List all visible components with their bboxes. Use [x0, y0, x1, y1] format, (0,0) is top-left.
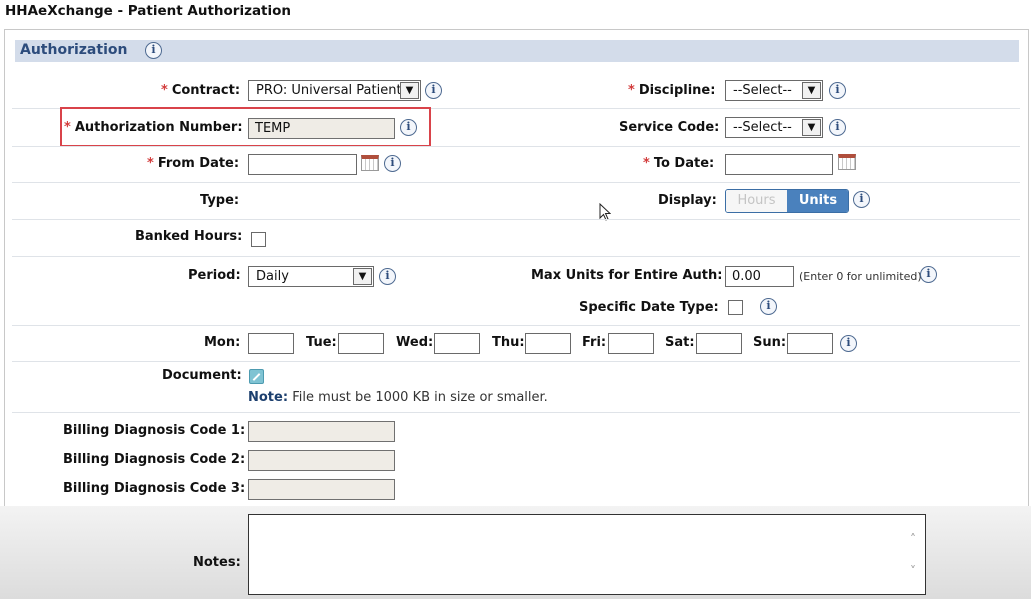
day-label-thu: Thu: — [492, 335, 525, 350]
banked-hours-label: Banked Hours: — [135, 229, 243, 244]
to-date-label: * To Date: — [643, 156, 715, 171]
service-code-label: Service Code: — [619, 120, 720, 135]
chevron-down-icon: ▼ — [353, 268, 372, 285]
period-label: Period: — [188, 268, 241, 283]
billing-code-2-label: Billing Diagnosis Code 2: — [63, 452, 246, 467]
display-option-hours[interactable]: Hours — [726, 190, 787, 212]
document-note: Note: File must be 1000 KB in size or sm… — [248, 390, 548, 405]
info-icon[interactable]: i — [379, 268, 396, 285]
day-input-tue[interactable] — [338, 333, 384, 354]
billing-code-2-input[interactable] — [248, 450, 395, 471]
day-input-wed[interactable] — [434, 333, 480, 354]
banked-hours-checkbox[interactable] — [251, 232, 266, 247]
info-icon[interactable]: i — [829, 119, 846, 136]
day-input-fri[interactable] — [608, 333, 654, 354]
specific-date-type-label: Specific Date Type: — [579, 300, 719, 315]
period-select[interactable]: Daily ▼ — [248, 266, 374, 287]
period-value: Daily — [256, 269, 289, 284]
info-icon[interactable]: i — [760, 298, 777, 315]
discipline-select[interactable]: --Select-- ▼ — [725, 80, 823, 101]
row-divider — [12, 325, 1020, 326]
display-label: Display: — [658, 193, 717, 208]
day-input-mon[interactable] — [248, 333, 294, 354]
contract-value: PRO: Universal Patient — [256, 83, 402, 98]
info-icon[interactable]: i — [425, 82, 442, 99]
day-label-sat: Sat: — [665, 335, 695, 350]
scroll-down-icon[interactable]: ˅ — [907, 565, 919, 577]
billing-code-1-input[interactable] — [248, 421, 395, 442]
day-label-fri: Fri: — [582, 335, 607, 350]
display-toggle: Hours Units — [725, 189, 849, 213]
from-date-input[interactable] — [248, 154, 357, 175]
row-divider — [12, 146, 1020, 147]
info-icon[interactable]: i — [384, 155, 401, 172]
service-code-value: --Select-- — [733, 120, 792, 135]
contract-select[interactable]: PRO: Universal Patient ▼ — [248, 80, 421, 101]
day-label-tue: Tue: — [306, 335, 337, 350]
max-units-hint: (Enter 0 for unlimited) — [799, 270, 922, 283]
chevron-down-icon: ▼ — [400, 82, 419, 99]
max-units-label: Max Units for Entire Auth: — [531, 268, 723, 283]
billing-code-3-label: Billing Diagnosis Code 3: — [63, 481, 246, 496]
row-divider — [12, 219, 1020, 220]
notes-textarea[interactable]: ˄ ˅ — [248, 514, 926, 595]
section-title: Authorization — [20, 42, 128, 58]
scroll-up-icon[interactable]: ˄ — [907, 533, 919, 545]
info-icon[interactable]: i — [853, 191, 870, 208]
service-code-select[interactable]: --Select-- ▼ — [725, 117, 823, 138]
chevron-down-icon: ▼ — [802, 119, 821, 136]
to-date-input[interactable] — [725, 154, 833, 175]
highlight-box — [60, 107, 431, 147]
day-input-thu[interactable] — [525, 333, 571, 354]
day-label-wed: Wed: — [396, 335, 434, 350]
info-icon[interactable]: i — [829, 82, 846, 99]
specific-date-type-checkbox[interactable] — [728, 300, 743, 315]
max-units-input[interactable]: 0.00 — [725, 266, 794, 287]
discipline-value: --Select-- — [733, 83, 792, 98]
section-header: Authorization i — [15, 40, 1019, 62]
info-icon[interactable]: i — [840, 335, 857, 352]
day-label-mon: Mon: — [204, 335, 241, 350]
attach-document-icon[interactable] — [249, 369, 264, 384]
row-divider — [12, 361, 1020, 362]
row-divider — [12, 256, 1020, 257]
billing-code-3-input[interactable] — [248, 479, 395, 500]
row-divider — [12, 412, 1020, 413]
calendar-icon[interactable] — [361, 155, 379, 171]
chevron-down-icon: ▼ — [802, 82, 821, 99]
day-input-sun[interactable] — [787, 333, 833, 354]
from-date-label: * From Date: — [147, 156, 240, 171]
day-input-sat[interactable] — [696, 333, 742, 354]
day-label-sun: Sun: — [753, 335, 787, 350]
billing-code-1-label: Billing Diagnosis Code 1: — [63, 423, 246, 438]
row-divider — [12, 182, 1020, 183]
notes-label: Notes: — [193, 555, 241, 570]
calendar-icon[interactable] — [838, 154, 856, 170]
type-label: Type: — [200, 193, 240, 208]
contract-label: * Contract: — [161, 83, 241, 98]
info-icon[interactable]: i — [145, 42, 162, 59]
discipline-label: * Discipline: — [628, 83, 716, 98]
display-option-units[interactable]: Units — [787, 190, 848, 212]
info-icon[interactable]: i — [920, 266, 937, 283]
document-label: Document: — [162, 368, 242, 383]
window-title: HHAeXchange - Patient Authorization — [5, 3, 292, 19]
